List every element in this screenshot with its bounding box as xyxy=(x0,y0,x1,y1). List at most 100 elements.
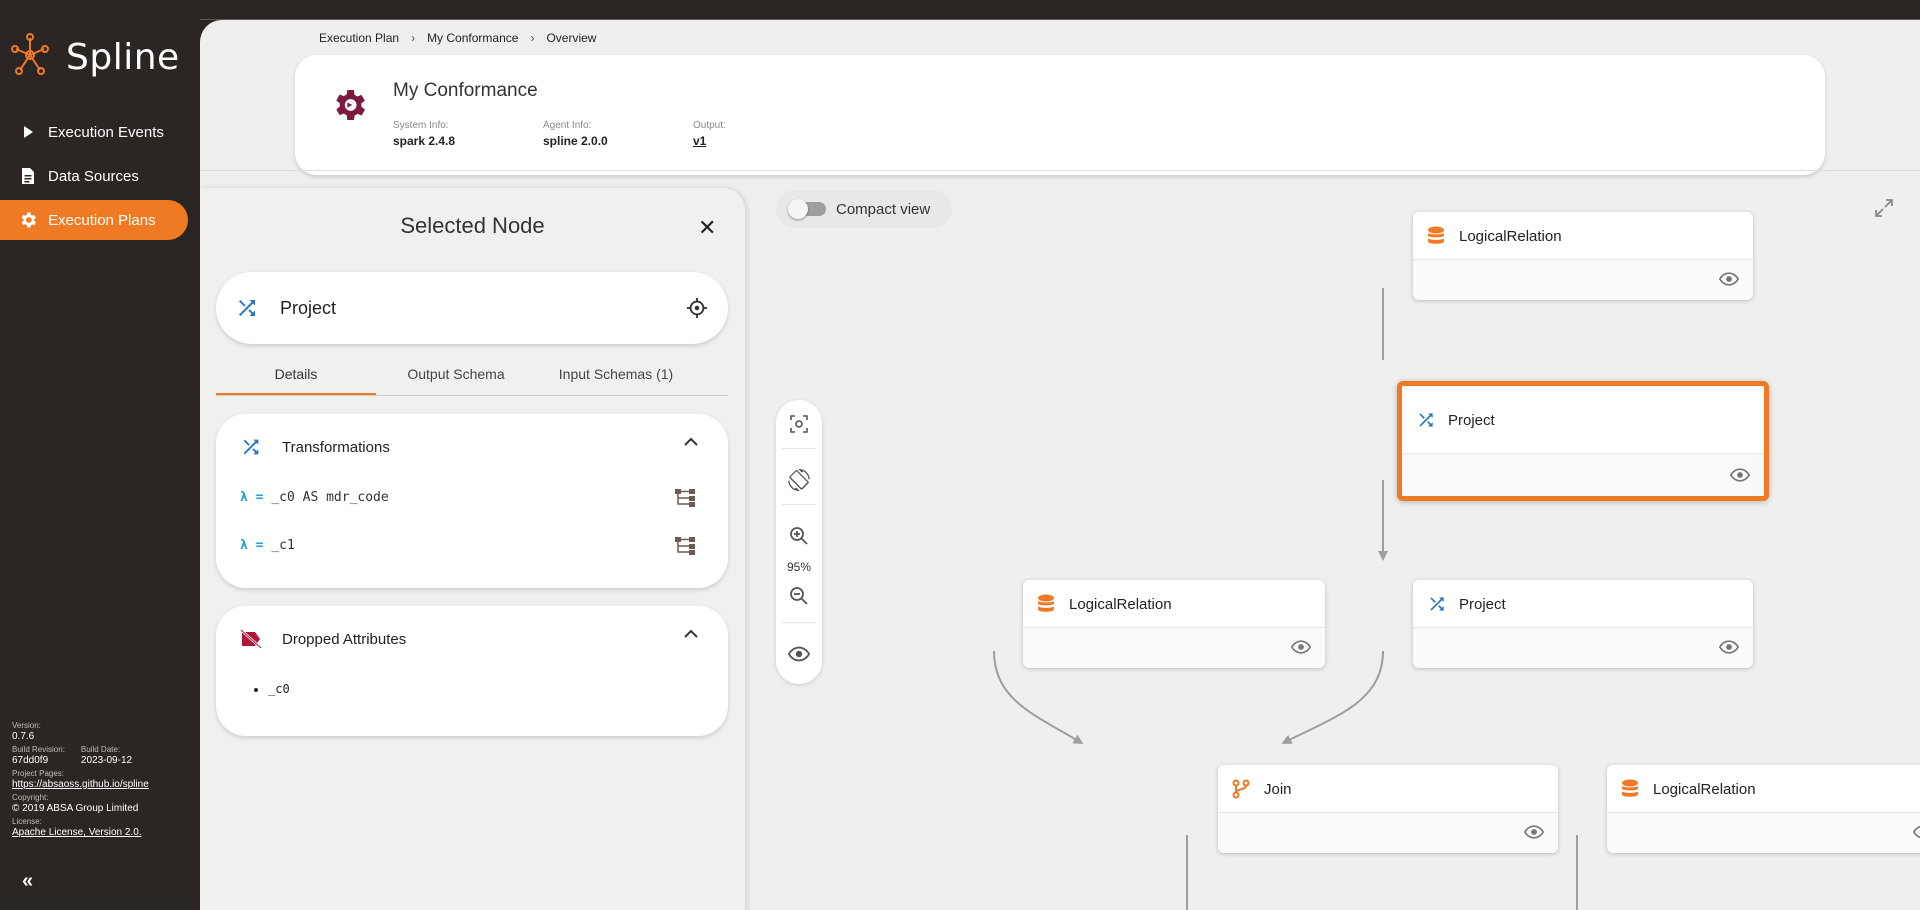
graph-node-project[interactable]: Project xyxy=(1413,580,1753,668)
execution-plan-gear-icon xyxy=(329,85,369,125)
collapse-sidebar-button[interactable]: « xyxy=(22,870,33,893)
merge-icon xyxy=(1232,779,1250,804)
license-link[interactable]: Apache License, Version 2.0. xyxy=(12,827,192,838)
rotate-layout-icon[interactable] xyxy=(787,468,811,492)
tab-details[interactable]: Details xyxy=(216,358,376,395)
breadcrumb-item-overview: Overview xyxy=(546,31,597,45)
dropped-attributes-section: Dropped Attributes _c0 xyxy=(216,606,728,736)
sidebar-footer: Version: 0.7.6 Build Revision: 67dd0f9 B… xyxy=(12,718,192,838)
transformations-section: Transformations λ = _c0 AS mdr_code λ = … xyxy=(216,414,728,588)
breadcrumb-item-my-conformance[interactable]: My Conformance xyxy=(427,31,518,45)
zoom-in-icon[interactable] xyxy=(787,524,811,548)
system-info-value: spark 2.4.8 xyxy=(393,134,456,148)
eye-icon[interactable] xyxy=(787,642,811,666)
eye-icon[interactable] xyxy=(1912,825,1920,844)
dropped-attributes-list: _c0 xyxy=(268,682,290,696)
execution-graph[interactable]: Compact view 95% LogicalRelation Project… xyxy=(760,180,1920,910)
execution-plan-header: My Conformance System Info: spark 2.4.8 … xyxy=(295,55,1825,175)
output-link[interactable]: v1 xyxy=(693,134,726,148)
graph-node-logical-relation[interactable]: LogicalRelation xyxy=(1023,580,1325,668)
selected-node-card: Project xyxy=(216,272,728,344)
node-label: Join xyxy=(1264,781,1292,798)
zoom-controls: 95% xyxy=(776,400,822,684)
window-top-bar xyxy=(0,0,1920,20)
dropped-attributes-header[interactable]: Dropped Attributes xyxy=(240,628,406,650)
shuffle-icon xyxy=(234,296,260,325)
node-label: LogicalRelation xyxy=(1653,781,1756,798)
graph-node-logical-relation[interactable]: LogicalRelation xyxy=(1413,212,1753,300)
version-value: 0.7.6 xyxy=(12,731,35,742)
project-pages-link[interactable]: https://absaoss.github.io/spline xyxy=(12,779,192,790)
eye-icon[interactable] xyxy=(1718,640,1740,659)
double-chevron-left-icon: « xyxy=(22,870,33,892)
graph-node-join[interactable]: Join xyxy=(1218,765,1558,853)
lambda-symbol: λ = xyxy=(240,538,264,553)
panel-title: Selected Node xyxy=(400,213,545,238)
license-label: License: xyxy=(12,817,42,826)
transformations-header[interactable]: Transformations xyxy=(240,436,390,458)
play-icon xyxy=(18,122,38,142)
eye-icon[interactable] xyxy=(1718,272,1740,291)
system-info-label: System Info: xyxy=(393,120,449,131)
toggle-switch[interactable] xyxy=(788,199,826,219)
label-off-icon xyxy=(240,628,262,650)
chevron-right-icon: › xyxy=(530,31,535,45)
expression-tree-icon[interactable] xyxy=(674,536,696,561)
compact-view-toggle[interactable]: Compact view xyxy=(776,190,952,228)
selected-node-panel: Selected Node ✕ Project Details Output S… xyxy=(200,188,745,910)
eye-icon[interactable] xyxy=(1523,825,1545,844)
lambda-symbol: λ = xyxy=(240,490,264,505)
selected-node-label: Project xyxy=(280,298,337,318)
page-title: My Conformance xyxy=(393,80,538,101)
breadcrumb-item-execution-plan[interactable]: Execution Plan xyxy=(319,31,399,45)
close-icon: ✕ xyxy=(698,215,717,240)
focus-node-button[interactable] xyxy=(686,297,708,324)
expression-tree-icon[interactable] xyxy=(674,488,696,513)
transformation-expression: λ = _c1 xyxy=(240,538,295,553)
shuffle-icon xyxy=(1427,594,1447,619)
agent-info-value: spline 2.0.0 xyxy=(543,134,608,148)
build-revision-value: 67dd0f9 xyxy=(12,755,49,766)
build-revision-label: Build Revision: xyxy=(12,745,65,754)
sidebar-item-execution-plans[interactable]: Execution Plans xyxy=(0,200,188,240)
node-label: Project xyxy=(1448,412,1495,429)
dropped-attribute-item: _c0 xyxy=(268,682,290,696)
output-label: Output: xyxy=(693,120,726,131)
transformations-title: Transformations xyxy=(282,438,390,456)
fit-view-icon[interactable] xyxy=(787,412,811,436)
sidebar-item-execution-events[interactable]: Execution Events xyxy=(0,112,188,152)
close-panel-button[interactable]: ✕ xyxy=(698,215,716,241)
expression-text: _c1 xyxy=(271,538,295,553)
spline-logo-icon xyxy=(10,32,50,83)
divider xyxy=(782,504,816,505)
chevron-up-icon[interactable] xyxy=(684,626,698,644)
brand[interactable]: Spline xyxy=(10,30,180,84)
main-content: Execution Plan › My Conformance › Overvi… xyxy=(200,20,1920,910)
eye-icon[interactable] xyxy=(1290,640,1312,659)
app-name: Spline xyxy=(66,36,180,78)
fullscreen-icon[interactable] xyxy=(1874,198,1894,223)
build-date-label: Build Date: xyxy=(80,745,121,754)
tab-input-schemas[interactable]: Input Schemas (1) xyxy=(536,358,696,395)
node-label: LogicalRelation xyxy=(1069,596,1172,613)
dropped-attributes-title: Dropped Attributes xyxy=(282,630,407,648)
sidebar-item-label: Data Sources xyxy=(48,167,139,185)
expression-text: _c0 AS mdr_code xyxy=(271,490,389,505)
tab-output-schema[interactable]: Output Schema xyxy=(376,358,536,395)
graph-node-project-selected[interactable]: Project xyxy=(1397,381,1769,501)
chevron-up-icon[interactable] xyxy=(684,434,698,452)
copyright-value: © 2019 ABSA Group Limited xyxy=(12,803,139,814)
divider xyxy=(782,448,816,449)
eye-icon[interactable] xyxy=(1729,468,1751,487)
agent-info: Agent Info: spline 2.0.0 xyxy=(543,120,608,148)
sidebar-item-data-sources[interactable]: Data Sources xyxy=(0,156,188,196)
zoom-out-icon[interactable] xyxy=(787,584,811,608)
node-label: LogicalRelation xyxy=(1459,228,1562,245)
project-pages-label: Project Pages: xyxy=(12,769,65,778)
transformation-expression: λ = _c0 AS mdr_code xyxy=(240,490,389,505)
database-icon xyxy=(1621,779,1639,804)
build-date-value: 2023-09-12 xyxy=(80,755,133,766)
graph-node-logical-relation[interactable]: LogicalRelation xyxy=(1607,765,1920,853)
database-icon xyxy=(1427,226,1445,251)
chevron-right-icon: › xyxy=(411,31,416,45)
